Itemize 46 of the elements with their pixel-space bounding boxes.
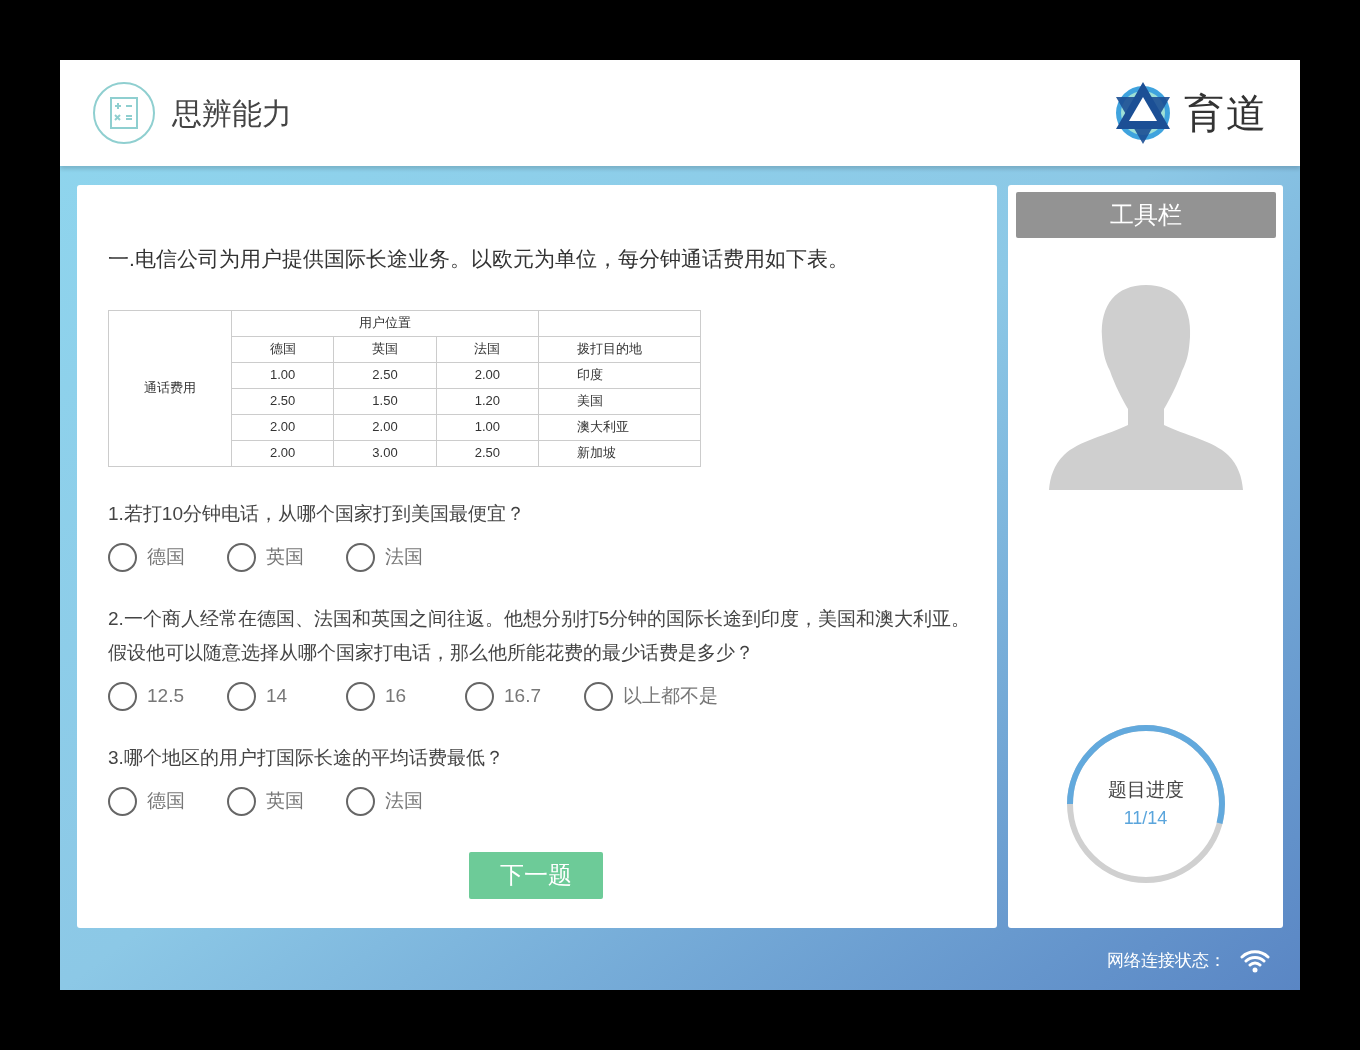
question-text: 2.一个商人经常在德国、法国和英国之间往返。他想分别打5分钟的国际长途到印度，美国和澳大利亚。假设他可以随意选择从哪个国家打电话，那么他所能花费的最少话费是多少？: [108, 606, 972, 665]
table-header: 英国: [333, 336, 437, 362]
question-title: 一.电信公司为用户提供国际长途业务。以欧元为单位，每分钟通话费用如下表。: [108, 246, 850, 272]
table-cell: 2.50: [436, 440, 539, 466]
table-cell: 3.00: [333, 440, 437, 466]
question-text: 3.哪个地区的用户打国际长途的平均话费最低？: [108, 745, 505, 770]
answer-option[interactable]: 16: [346, 681, 445, 711]
answer-option[interactable]: 德国: [108, 786, 207, 816]
table-header: 德国: [231, 336, 334, 362]
answer-option[interactable]: 英国: [227, 542, 326, 572]
person-silhouette-icon: [1048, 285, 1243, 490]
table-cell: 1.00: [436, 414, 539, 440]
answer-option[interactable]: 英国: [227, 786, 326, 816]
table-cell: 1.50: [333, 388, 437, 414]
table-cell: 美国: [538, 388, 701, 414]
table-cell: 2.00: [231, 414, 334, 440]
answer-option[interactable]: 法国: [346, 542, 445, 572]
wifi-icon: [1240, 948, 1270, 973]
table-header: 法国: [436, 336, 539, 362]
network-status-label: 网络连接状态：: [1107, 950, 1226, 972]
toolbar-header: 工具栏: [1015, 192, 1276, 238]
answer-option[interactable]: 14: [227, 681, 326, 711]
progress-count: 11/14: [1123, 806, 1168, 830]
table-cell: 2.50: [333, 362, 437, 388]
table-cell: 2.00: [231, 440, 334, 466]
table-header: 拨打目的地: [538, 336, 701, 362]
page-title: 思辨能力: [172, 95, 292, 132]
table-cell: 用户位置: [231, 310, 539, 336]
table-cell: 澳大利亚: [538, 414, 701, 440]
table-cell: 2.00: [436, 362, 539, 388]
answer-option[interactable]: 德国: [108, 542, 207, 572]
answer-option[interactable]: 16.7: [465, 681, 564, 711]
answer-option[interactable]: 法国: [346, 786, 445, 816]
table-cell: 2.50: [231, 388, 334, 414]
table-cell: 2.00: [333, 414, 437, 440]
table-cell: 1.20: [436, 388, 539, 414]
table-cell: 印度: [538, 362, 701, 388]
answer-option[interactable]: 以上都不是: [584, 681, 718, 711]
question-text: 1.若打10分钟电话，从哪个国家打到美国最便宜？: [108, 501, 526, 526]
logo-text: 育道: [1184, 90, 1268, 137]
table-cell: 1.00: [231, 362, 334, 388]
table-cell: 新加坡: [538, 440, 701, 466]
table-cell: 通话费用: [108, 310, 232, 466]
calculator-icon: [92, 81, 156, 145]
answer-option[interactable]: 12.5: [108, 681, 207, 711]
progress-label: 题目进度: [1107, 778, 1184, 803]
